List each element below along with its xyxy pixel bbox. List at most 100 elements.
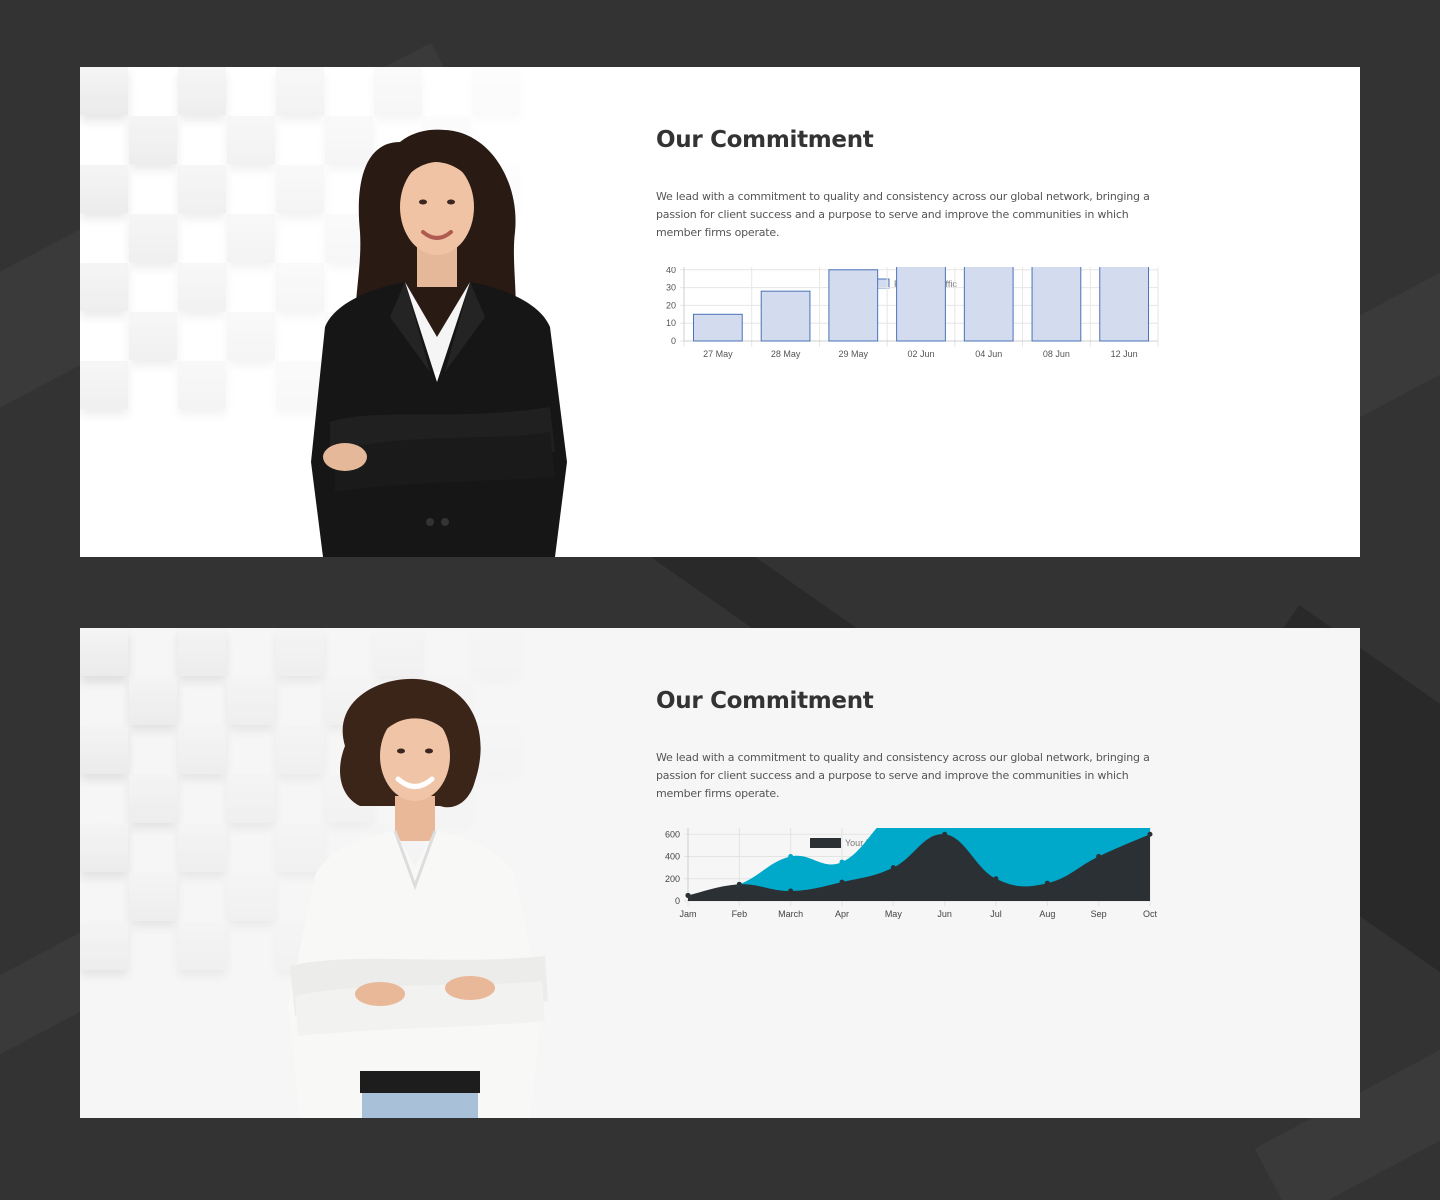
- y-tick-label: 0: [675, 896, 680, 906]
- your-finance-point: [1147, 831, 1153, 837]
- checker-tile: [80, 628, 128, 676]
- checker-tile: [80, 263, 128, 311]
- checker-tile: [325, 312, 373, 360]
- section-title: Our Commitment: [656, 127, 874, 153]
- x-tick-label: Aug: [1039, 909, 1055, 919]
- finance-consultant-area-chart: Your FinanceWith Consultant0200400600800…: [665, 828, 1158, 919]
- section-description: We lead with a commitment to quality and…: [656, 190, 1150, 239]
- commitment-panel-bar: Our Commitment We lead with a commitment…: [80, 67, 1360, 557]
- checker-tile: [325, 775, 373, 823]
- checker-tile: [374, 824, 422, 872]
- x-tick-label: Sep: [1091, 909, 1107, 919]
- your-finance-point: [685, 892, 691, 898]
- bar: [760, 290, 811, 342]
- x-tick-label: May: [885, 909, 903, 919]
- x-tick-label: March: [778, 909, 803, 919]
- checker-tile: [423, 116, 471, 164]
- checker-tile: [325, 116, 373, 164]
- x-tick-label: Apr: [835, 909, 849, 919]
- bar: [1099, 267, 1150, 342]
- checker-tile: [374, 263, 422, 311]
- checker-tile: [80, 165, 128, 213]
- x-tick-label: Jun: [937, 909, 952, 919]
- checker-tile: [80, 67, 128, 115]
- checker-tile: [178, 922, 226, 970]
- y-tick-label: 30: [666, 283, 676, 293]
- checker-tile: [178, 726, 226, 774]
- checker-pattern: [80, 67, 550, 427]
- checker-tile: [178, 361, 226, 409]
- bar: [963, 267, 1014, 342]
- checker-tile: [129, 873, 177, 921]
- checker-tile: [374, 628, 422, 676]
- checker-tile: [374, 922, 422, 970]
- section-description: We lead with a commitment to quality and…: [656, 751, 1150, 800]
- checker-tile: [423, 214, 471, 262]
- area-chart-group: Your FinanceWith Consultant0200400600800…: [665, 828, 1158, 919]
- businesswoman-photo: [311, 129, 567, 557]
- bar: [896, 267, 946, 342]
- your-finance-point: [942, 831, 948, 837]
- panel-content: Our Commitment We lead with a commitment…: [656, 628, 1276, 1118]
- checker-tile: [129, 677, 177, 725]
- your-finance-point: [839, 879, 845, 885]
- bar: [828, 269, 879, 342]
- checker-tile: [227, 775, 275, 823]
- x-tick-label: 02 Jun: [907, 349, 934, 359]
- checker-tile: [325, 873, 373, 921]
- checker-tile: [325, 214, 373, 262]
- checker-tile: [178, 628, 226, 676]
- bar: [1031, 267, 1082, 342]
- checker-tile: [276, 922, 324, 970]
- checker-tile: [80, 726, 128, 774]
- with-consultant-point: [788, 854, 794, 859]
- x-tick-label: Jam: [679, 909, 696, 919]
- y-tick-label: 400: [665, 852, 680, 862]
- x-tick-label: 27 May: [703, 349, 733, 359]
- with-consultant-point: [839, 859, 845, 865]
- your-finance-point: [993, 876, 999, 882]
- checker-tile: [374, 67, 422, 115]
- checker-tile: [227, 116, 275, 164]
- checker-tile: [374, 726, 422, 774]
- y-tick-label: 20: [666, 300, 676, 310]
- x-tick-label: 08 Jun: [1043, 349, 1070, 359]
- panel-content: Our Commitment We lead with a commitment…: [656, 67, 1276, 557]
- your-finance-point: [1044, 880, 1050, 886]
- y-tick-label: 600: [665, 829, 680, 839]
- legend-swatch: [810, 838, 841, 848]
- your-finance-point: [1096, 854, 1102, 859]
- checker-tile: [276, 165, 324, 213]
- checker-tile: [129, 116, 177, 164]
- checker-tile: [276, 726, 324, 774]
- checker-tile: [80, 361, 128, 409]
- your-finance-point: [890, 865, 896, 871]
- checker-tile: [227, 677, 275, 725]
- smiling-woman-photo: [288, 678, 548, 1118]
- x-tick-label: Oct: [1143, 909, 1158, 919]
- x-tick-label: 29 May: [839, 349, 869, 359]
- your-finance-point: [736, 881, 742, 887]
- section-title: Our Commitment: [656, 688, 874, 714]
- checker-tile: [276, 263, 324, 311]
- checker-tile: [472, 726, 520, 774]
- checker-tile: [276, 628, 324, 676]
- y-tick-label: 10: [666, 318, 676, 328]
- checker-tile: [325, 677, 373, 725]
- x-tick-label: 28 May: [771, 349, 801, 359]
- checker-tile: [276, 67, 324, 115]
- checker-tile: [178, 824, 226, 872]
- checker-tile: [472, 628, 520, 676]
- y-tick-label: 40: [666, 267, 676, 275]
- y-tick-label: 200: [665, 874, 680, 884]
- checker-tile: [129, 775, 177, 823]
- checker-tile: [374, 361, 422, 409]
- commitment-panel-area: Our Commitment We lead with a commitment…: [80, 628, 1360, 1118]
- checker-tile: [227, 312, 275, 360]
- checker-tile: [472, 67, 520, 115]
- checker-tile: [423, 775, 471, 823]
- x-tick-label: Feb: [732, 909, 748, 919]
- checker-tile: [276, 361, 324, 409]
- checker-tile: [227, 214, 275, 262]
- checker-tile: [423, 677, 471, 725]
